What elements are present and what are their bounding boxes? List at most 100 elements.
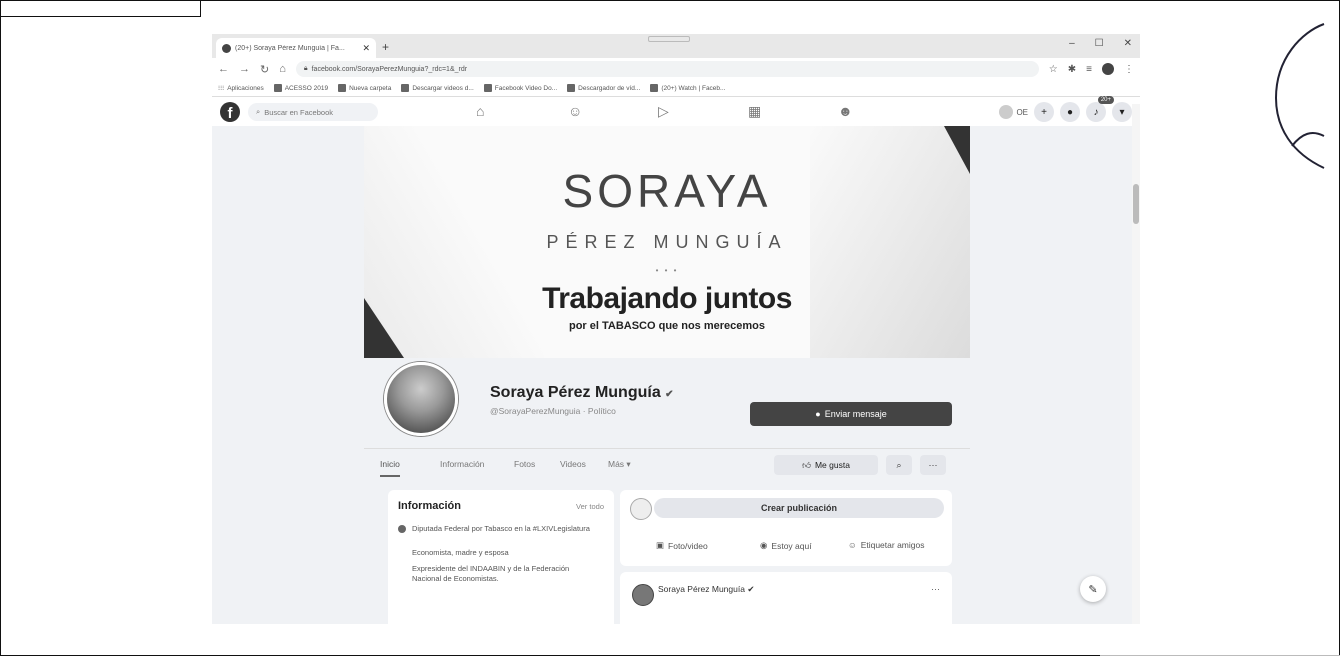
browser-menu-icon[interactable]: ⋮ — [1124, 64, 1134, 75]
post-author[interactable]: Soraya Pérez Munguía ✔ — [658, 584, 754, 595]
facebook-search-input[interactable]: ⌕ Buscar en Facebook — [248, 103, 378, 121]
url-field[interactable]: 🔒︎ facebook.com/SorayaPerezMunguia?_rdc=… — [295, 61, 1039, 77]
info-title: Información — [398, 500, 461, 512]
tab-mas[interactable]: Más ▾ — [608, 459, 631, 470]
messenger-icon: ● — [815, 409, 821, 419]
page-search-button[interactable]: ⌕ — [886, 455, 912, 475]
bookmarks-bar: ⁝⁝⁝ Aplicaciones ACESSO 2019 Nueva carpet… — [212, 80, 1140, 97]
bookmark-icon — [567, 84, 576, 92]
check-in-button[interactable]: ◉ Estoy aquí — [760, 540, 812, 551]
like-page-button[interactable]: 👍︎ Me gusta — [774, 455, 878, 475]
marketplace-nav-icon[interactable]: ▦ — [748, 103, 761, 120]
information-card: Información Ver todo Diputada Federal po… — [388, 490, 614, 624]
bookmark-acesso[interactable]: ACESSO 2019 — [273, 84, 328, 92]
page-scrollbar[interactable] — [1132, 104, 1140, 624]
bookmark-watch[interactable]: (20+) Watch | Faceb... — [650, 84, 725, 92]
facebook-favicon-icon — [222, 43, 231, 53]
lock-icon: 🔒︎ — [303, 65, 308, 72]
facebook-logo-icon[interactable]: f — [220, 102, 240, 122]
bookmark-icon — [401, 84, 410, 92]
url-text: facebook.com/SorayaPerezMunguia?_rdc=1&_… — [311, 65, 468, 73]
bookmark-folder[interactable]: Nueva carpeta — [338, 84, 391, 92]
back-icon[interactable]: ← — [218, 63, 229, 75]
bookmark-apps[interactable]: ⁝⁝⁝ Aplicaciones — [218, 84, 264, 93]
reading-list-icon[interactable]: ≡ — [1086, 64, 1092, 75]
groups-nav-icon[interactable]: ☻ — [838, 103, 853, 119]
tag-friends-icon: ☺ — [848, 540, 857, 550]
apps-grid-icon: ⁝⁝⁝ — [218, 85, 225, 92]
close-tab-icon[interactable]: ✕ — [362, 43, 370, 54]
post-card: Soraya Pérez Munguía ✔ ··· — [620, 572, 952, 624]
info-line: Diputada Federal por Tabasco en la #LXIV… — [398, 524, 594, 534]
tab-informacion[interactable]: Información — [440, 459, 484, 469]
post-more-button[interactable]: ··· — [931, 584, 940, 594]
cover-photo[interactable]: SORAYA PÉREZ MUNGUÍA • • • Trabajando ju… — [364, 126, 970, 358]
cover-slogan: Trabajando juntos — [542, 282, 792, 315]
create-post-card: Crear publicación ▣ Foto/video ◉ Estoy aqu… — [620, 490, 952, 566]
browser-toolbar-icons: ☆ ✱ ≡ ⋮ — [1049, 63, 1134, 75]
watch-nav-icon[interactable]: ▷ — [658, 103, 669, 120]
cover-dots: • • • — [655, 266, 679, 275]
bookmark-download-videos[interactable]: Descargar videos d... — [401, 84, 474, 92]
tag-friends-button[interactable]: ☺ Etiquetar amigos — [848, 540, 924, 550]
home-icon[interactable]: ⌂ — [279, 63, 286, 75]
send-message-button[interactable]: ● Enviar mensaje — [750, 402, 952, 426]
reload-icon[interactable]: ↻ — [260, 63, 269, 76]
bookmark-icon — [273, 84, 282, 92]
browser-tab[interactable]: (20+) Soraya Pérez Munguía | Fa... ✕ — [216, 38, 376, 58]
bookmark-icon — [483, 84, 492, 92]
photo-video-button[interactable]: ▣ Foto/video — [656, 540, 708, 551]
bookmark-fb-video-downloader[interactable]: Facebook Video Do... — [483, 84, 557, 92]
tab-bar: (20+) Soraya Pérez Munguía | Fa... ✕ + –… — [212, 34, 1140, 58]
profile-handle: @SorayaPerezMunguia · Político — [490, 406, 616, 416]
tab-videos[interactable]: Videos — [560, 459, 586, 469]
forward-icon[interactable]: → — [239, 63, 250, 75]
new-message-edit-icon[interactable]: ✎ — [1080, 576, 1106, 602]
facebook-right-controls: OE + ● ♪ 20+ ▾ — [999, 96, 1132, 122]
home-nav-icon[interactable]: ⌂ — [476, 103, 484, 119]
window-controls: – ☐ ✕ — [1069, 38, 1132, 49]
browser-window: (20+) Soraya Pérez Munguía | Fa... ✕ + –… — [212, 34, 1140, 624]
info-line: Expresidente del INDAABIN y de la Federa… — [412, 564, 570, 583]
create-plus-icon[interactable]: + — [1034, 102, 1054, 122]
page-more-button[interactable]: ··· — [920, 455, 946, 475]
tab-inicio[interactable]: Inicio — [380, 459, 400, 477]
maximize-button[interactable]: ☐ — [1095, 38, 1104, 49]
verified-badge-icon: ✔ — [747, 584, 755, 594]
tab-fotos[interactable]: Fotos — [514, 459, 535, 469]
scrollbar-thumb[interactable] — [1133, 184, 1139, 224]
profile-photo[interactable] — [384, 362, 458, 436]
star-icon[interactable]: ☆ — [1049, 64, 1058, 75]
see-all-link[interactable]: Ver todo — [576, 502, 604, 511]
info-line: Economista, madre y esposa — [412, 548, 509, 557]
avatar[interactable] — [632, 584, 654, 606]
profile-tabs: Inicio Información Fotos Videos Más ▾ 👍︎… — [364, 448, 970, 479]
photo-icon: ▣ — [656, 540, 665, 550]
close-window-button[interactable]: ✕ — [1124, 38, 1132, 49]
location-pin-icon: ◉ — [760, 540, 768, 550]
minimize-button[interactable]: – — [1069, 38, 1075, 49]
verified-badge-icon: ✔ — [665, 389, 674, 400]
notifications-bell-icon[interactable]: ♪ 20+ — [1086, 96, 1114, 122]
thumbs-up-icon: 👍︎ — [802, 459, 811, 470]
messenger-icon[interactable]: ● — [1060, 102, 1080, 122]
user-profile-chip[interactable]: OE — [999, 105, 1028, 119]
profile-page: SORAYA PÉREZ MUNGUÍA • • • Trabajando ju… — [212, 126, 1140, 624]
address-bar-row: ← → ↻ ⌂ 🔒︎ facebook.com/SorayaPerezMungu… — [212, 58, 1140, 80]
new-tab-button[interactable]: + — [382, 40, 389, 54]
avatar — [999, 105, 1014, 119]
search-icon: ⌕ — [256, 107, 261, 116]
friends-nav-icon[interactable]: ☺ — [568, 103, 582, 119]
facebook-favicon-icon — [650, 84, 659, 92]
bookmark-video-downloader[interactable]: Descargador de víd... — [567, 84, 640, 92]
cover-slogan-subtitle: por el TABASCO que nos merecemos — [568, 320, 765, 332]
notifications-badge: 20+ — [1097, 96, 1114, 104]
extensions-icon[interactable]: ✱ — [1068, 64, 1076, 75]
info-icon — [398, 525, 406, 534]
account-menu-chevron-down-icon[interactable]: ▾ — [1112, 102, 1132, 122]
browser-profile-icon[interactable] — [1102, 63, 1114, 75]
cover-brand-subtitle: PÉREZ MUNGUÍA — [546, 232, 788, 252]
create-post-button[interactable]: Crear publicación — [654, 498, 944, 518]
window-drag-handle[interactable] — [648, 36, 690, 42]
handwritten-signature — [1274, 23, 1325, 169]
